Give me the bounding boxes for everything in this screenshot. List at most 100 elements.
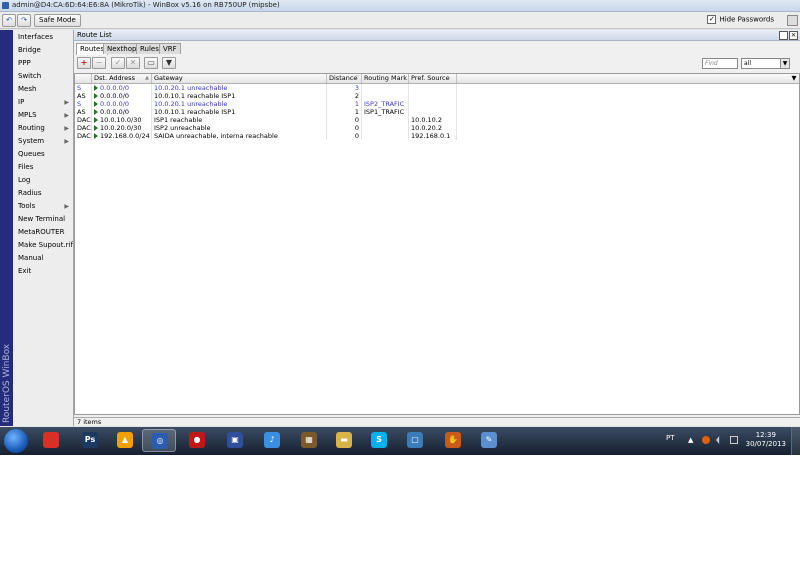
cell-dst-address: 0.0.0.0/0 — [92, 92, 152, 100]
sidebar-item-queues[interactable]: Queues — [13, 148, 73, 161]
column-header-label: Distance — [329, 74, 358, 82]
taskbar-button[interactable]: ✋ — [436, 429, 470, 452]
sidebar-item-system[interactable]: System ▶ — [13, 135, 73, 148]
hide-passwords-checkbox[interactable]: ✓ — [707, 15, 717, 24]
route-flag-icon — [94, 101, 98, 107]
sidebar-item-manual[interactable]: Manual — [13, 252, 73, 265]
column-header-dst-address[interactable]: Dst. Address ▲ — [92, 74, 152, 83]
network-icon[interactable] — [730, 436, 738, 444]
column-header-distance[interactable]: Distance ▽ — [327, 74, 362, 83]
tray-expand-icon[interactable]: ▲ — [688, 436, 696, 444]
show-desktop-button[interactable] — [791, 427, 800, 455]
enable-icon[interactable]: ✓ — [111, 57, 125, 69]
sort-arrow-icon: ▽ — [355, 75, 359, 81]
taskbar-button[interactable]: ✎ — [472, 429, 506, 452]
redo-icon[interactable]: ↷ — [17, 14, 31, 27]
sidebar-item-log[interactable]: Log — [13, 174, 73, 187]
hide-passwords-toggle[interactable]: ✓ Hide Passwords — [707, 15, 774, 24]
cell-dst-address: 0.0.0.0/0 — [92, 84, 152, 92]
comment-icon[interactable]: ▭ — [144, 57, 158, 69]
cell-routing-mark — [362, 124, 409, 132]
clock[interactable]: 12:39 30/07/2013 — [746, 431, 786, 449]
remove-icon[interactable]: − — [92, 57, 106, 69]
column-header-pref-source[interactable]: Pref. Source — [409, 74, 457, 83]
maximize-icon[interactable] — [779, 31, 788, 40]
sidebar-item-make-supout[interactable]: Make Supout.rif — [13, 239, 73, 252]
routes-table: Dst. Address ▲ Gateway Distance ▽ Routing … — [74, 73, 800, 415]
find-input[interactable]: Find — [702, 58, 738, 69]
table-row[interactable]: AS 0.0.0.0/0 10.0.10.1 reachable ISP1 1 … — [75, 108, 799, 116]
tab-vrf[interactable]: VRF — [159, 43, 181, 54]
cell-gateway: 10.0.10.1 reachable ISP1 — [152, 92, 327, 100]
taskbar-button[interactable]: ▬ — [327, 429, 361, 452]
table-row[interactable]: AS 0.0.0.0/0 10.0.10.1 reachable ISP1 2 — [75, 92, 799, 100]
taskbar-button[interactable]: ▦ — [292, 429, 326, 452]
window-menu-icon[interactable] — [787, 15, 798, 26]
sidebar-item-interfaces[interactable]: Interfaces — [13, 31, 73, 44]
cell-pref-source — [409, 92, 457, 100]
route-list-title-bar[interactable]: Route List × — [74, 30, 800, 41]
sidebar-item-radius[interactable]: Radius — [13, 187, 73, 200]
sidebar-item-mesh[interactable]: Mesh — [13, 83, 73, 96]
start-button[interactable] — [4, 429, 28, 453]
sidebar-item-mpls[interactable]: MPLS ▶ — [13, 109, 73, 122]
sidebar-item-tools[interactable]: Tools ▶ — [13, 200, 73, 213]
column-header-label: Dst. Address — [94, 74, 135, 82]
table-row[interactable]: S 0.0.0.0/0 10.0.20.1 unreachable 1 ISP2… — [75, 100, 799, 108]
cell-dst-address: 0.0.0.0/0 — [92, 108, 152, 116]
routeros-brand-bar: RouterOS WinBox — [0, 30, 13, 426]
tray-app-icon[interactable] — [702, 436, 710, 444]
table-row[interactable]: DAC 10.0.10.0/30 ISP1 reachable 0 10.0.1… — [75, 116, 799, 124]
column-header-gateway[interactable]: Gateway — [152, 74, 327, 83]
cell-pref-source — [409, 100, 457, 108]
sidebar-item-routing[interactable]: Routing ▶ — [13, 122, 73, 135]
sidebar-item-ppp[interactable]: PPP — [13, 57, 73, 70]
taskbar-button[interactable]: ▣ — [218, 429, 252, 452]
taskbar-button[interactable] — [34, 429, 68, 452]
taskbar-button[interactable]: S — [362, 429, 396, 452]
undo-icon[interactable]: ↶ — [2, 14, 16, 27]
cell-gateway: 10.0.10.1 reachable ISP1 — [152, 108, 327, 116]
close-icon[interactable]: × — [789, 31, 798, 40]
taskbar-button[interactable]: ● — [180, 429, 214, 452]
cell-dst-address: 10.0.20.0/30 — [92, 124, 152, 132]
language-indicator[interactable]: PT — [666, 434, 675, 442]
taskbar-button[interactable]: ▢ — [398, 429, 432, 452]
cell-flags: AS — [75, 92, 92, 100]
monitor-icon: ▣ — [227, 432, 243, 448]
sidebar-item-label: PPP — [18, 59, 31, 67]
sidebar-item-exit[interactable]: Exit — [13, 265, 73, 278]
table-row[interactable]: S 0.0.0.0/0 10.0.20.1 unreachable 3 — [75, 84, 799, 92]
sidebar-item-metarouter[interactable]: MetaROUTER — [13, 226, 73, 239]
filter-select[interactable]: all ▼ — [741, 58, 790, 69]
column-header-flags[interactable] — [75, 74, 92, 83]
taskbar-button[interactable]: ♪ — [255, 429, 289, 452]
disable-icon[interactable]: ✕ — [126, 57, 140, 69]
sidebar-item-new-terminal[interactable]: New Terminal — [13, 213, 73, 226]
column-header-routing-mark[interactable]: Routing Mark — [362, 74, 409, 83]
taskbar-button[interactable]: ◎ — [142, 429, 176, 452]
cell-flags: S — [75, 100, 92, 108]
sidebar-item-label: Routing — [18, 124, 45, 132]
chevron-down-icon[interactable]: ▼ — [780, 59, 789, 68]
taskbar-button[interactable]: Ps — [73, 429, 107, 452]
sidebar-item-label: Radius — [18, 189, 42, 197]
cell-pref-source — [409, 84, 457, 92]
columns-menu-icon[interactable]: ▼ — [787, 74, 799, 83]
sidebar-item-files[interactable]: Files — [13, 161, 73, 174]
table-row[interactable]: DAC 192.168.0.0/24 SAIDA unreachable, in… — [75, 132, 799, 140]
add-icon[interactable]: + — [77, 57, 91, 69]
sidebar-item-ip[interactable]: IP ▶ — [13, 96, 73, 109]
cell-gateway: 10.0.20.1 unreachable — [152, 84, 327, 92]
taskbar-button[interactable]: ▲ — [108, 429, 142, 452]
sidebar-item-label: Switch — [18, 72, 42, 80]
main-toolbar: ↶ ↷ Safe Mode ✓ Hide Passwords — [0, 12, 800, 29]
safe-mode-button[interactable]: Safe Mode — [34, 14, 81, 27]
clock-time: 12:39 — [755, 431, 776, 439]
sidebar-item-bridge[interactable]: Bridge — [13, 44, 73, 57]
filter-icon[interactable]: ▼ — [162, 57, 176, 69]
table-row[interactable]: DAC 10.0.20.0/30 ISP2 unreachable 0 10.0… — [75, 124, 799, 132]
sidebar-item-label: Log — [18, 176, 31, 184]
sidebar-item-switch[interactable]: Switch — [13, 70, 73, 83]
volume-icon[interactable] — [716, 436, 720, 444]
